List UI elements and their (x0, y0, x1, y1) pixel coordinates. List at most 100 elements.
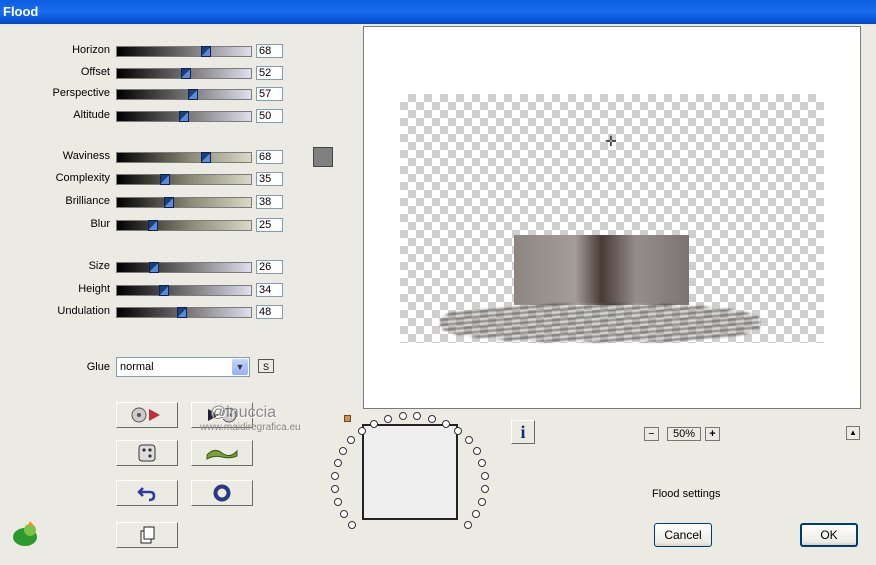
complexity-value-input[interactable]: 35 (256, 172, 283, 186)
waviness-label: Waviness (62, 150, 110, 162)
perspective-label: Perspective (52, 87, 110, 99)
dial-dot[interactable] (370, 419, 379, 428)
watermark-url: www.maidiregrafica.eu (200, 422, 301, 433)
reset-button[interactable] (116, 480, 178, 506)
wave-button[interactable] (191, 440, 253, 466)
size-value-input[interactable]: 26 (256, 260, 283, 274)
color-swatch[interactable] (313, 147, 333, 167)
horizon-slider-thumb[interactable] (201, 46, 212, 57)
minus-icon: − (648, 428, 655, 440)
preview-area[interactable]: ✛ (363, 26, 861, 409)
ok-button[interactable]: OK (800, 523, 858, 547)
size-label: Size (88, 260, 110, 272)
zoom-out-button[interactable]: − (644, 427, 659, 441)
perspective-slider-thumb[interactable] (187, 89, 198, 100)
dial-dot[interactable] (333, 459, 342, 468)
arrow-up-icon: ▲ (849, 428, 857, 437)
dial-dot[interactable] (478, 497, 487, 506)
crosshair-icon: ✛ (605, 133, 617, 149)
offset-value-input[interactable]: 52 (256, 66, 283, 80)
zoom-level: 50% (667, 427, 701, 441)
dial-dot[interactable] (330, 485, 339, 494)
height-slider[interactable] (116, 285, 252, 296)
default-button[interactable] (191, 480, 253, 506)
status-text: Flood settings (652, 488, 721, 500)
brilliance-value-input[interactable]: 38 (256, 195, 283, 209)
dial-dot[interactable] (330, 471, 339, 480)
dial-dot[interactable] (478, 459, 487, 468)
navigator-anchor-icon (344, 415, 351, 422)
offset-slider-thumb[interactable] (181, 68, 192, 79)
randomize-button[interactable] (116, 440, 178, 466)
undo-icon (137, 487, 156, 502)
dial-dot[interactable] (348, 520, 357, 529)
dial-dot[interactable] (413, 412, 422, 421)
navigator-box[interactable] (362, 424, 458, 520)
blur-slider-thumb[interactable] (148, 220, 158, 231)
dial-dot[interactable] (357, 426, 366, 435)
perspective-slider[interactable] (116, 89, 252, 100)
waviness-slider-thumb[interactable] (201, 152, 212, 163)
copy-button[interactable] (116, 522, 178, 548)
dial-dot[interactable] (454, 426, 463, 435)
blur-slider[interactable] (116, 220, 252, 231)
altitude-slider-thumb[interactable] (179, 111, 189, 122)
glue-s-button[interactable]: S (258, 359, 274, 373)
altitude-value-input[interactable]: 50 (256, 109, 283, 123)
undulation-value-input[interactable]: 48 (256, 305, 283, 319)
page-icon (140, 526, 155, 544)
dial-dot[interactable] (464, 436, 473, 445)
cancel-button[interactable]: Cancel (654, 523, 712, 547)
dial-dot[interactable] (472, 447, 481, 456)
waviness-value-input[interactable]: 68 (256, 150, 283, 164)
glue-select[interactable]: normal ▼ (116, 357, 250, 377)
chevron-down-icon[interactable]: ▼ (232, 359, 248, 375)
cancel-label: Cancel (664, 528, 702, 542)
load-preset-button[interactable] (116, 402, 178, 428)
undulation-slider-thumb[interactable] (176, 307, 187, 318)
dice-icon (138, 444, 156, 462)
blur-label: Blur (90, 218, 110, 230)
undulation-slider[interactable] (116, 307, 252, 318)
dial-dot[interactable] (472, 509, 481, 518)
dial-dot[interactable] (481, 471, 490, 480)
complexity-label: Complexity (55, 172, 110, 184)
height-value-input[interactable]: 34 (256, 283, 283, 297)
size-slider-thumb[interactable] (149, 262, 160, 273)
height-slider-thumb[interactable] (159, 285, 170, 296)
waviness-slider[interactable] (116, 152, 252, 163)
dial-dot[interactable] (333, 497, 342, 506)
offset-slider[interactable] (116, 68, 252, 79)
app-logo (10, 518, 40, 553)
altitude-slider[interactable] (116, 111, 252, 122)
blur-value-input[interactable]: 25 (256, 218, 283, 232)
s-button-label: S (262, 362, 269, 372)
collapse-button[interactable]: ▲ (846, 426, 860, 440)
dial-dot[interactable] (481, 485, 490, 494)
dial-dot[interactable] (398, 412, 407, 421)
dial-dot[interactable] (339, 447, 348, 456)
watermark-logo: @inuccia www.maidiregrafica.eu (200, 404, 340, 433)
size-slider[interactable] (116, 262, 252, 273)
dial-dot[interactable] (383, 414, 392, 423)
brilliance-label: Brilliance (65, 195, 110, 207)
dial-dot[interactable] (463, 520, 472, 529)
complexity-slider-thumb[interactable] (160, 174, 171, 185)
dial-dot[interactable] (347, 436, 356, 445)
dial-dot[interactable] (441, 419, 450, 428)
complexity-slider[interactable] (116, 174, 252, 185)
frog-logo-icon (13, 521, 37, 546)
brilliance-slider-thumb[interactable] (164, 197, 175, 208)
horizon-value-input[interactable]: 68 (256, 44, 283, 58)
perspective-value-input[interactable]: 57 (256, 87, 283, 101)
zoom-in-button[interactable]: + (705, 427, 720, 441)
ok-label: OK (820, 528, 838, 542)
brilliance-slider[interactable] (116, 197, 252, 208)
dial-dot[interactable] (428, 414, 437, 423)
horizon-slider[interactable] (116, 46, 252, 57)
dial-dot[interactable] (339, 509, 348, 518)
info-button[interactable]: i (511, 420, 535, 444)
info-icon: i (520, 422, 526, 442)
transparency-checkerboard (400, 94, 824, 343)
undulation-label: Undulation (57, 305, 110, 317)
